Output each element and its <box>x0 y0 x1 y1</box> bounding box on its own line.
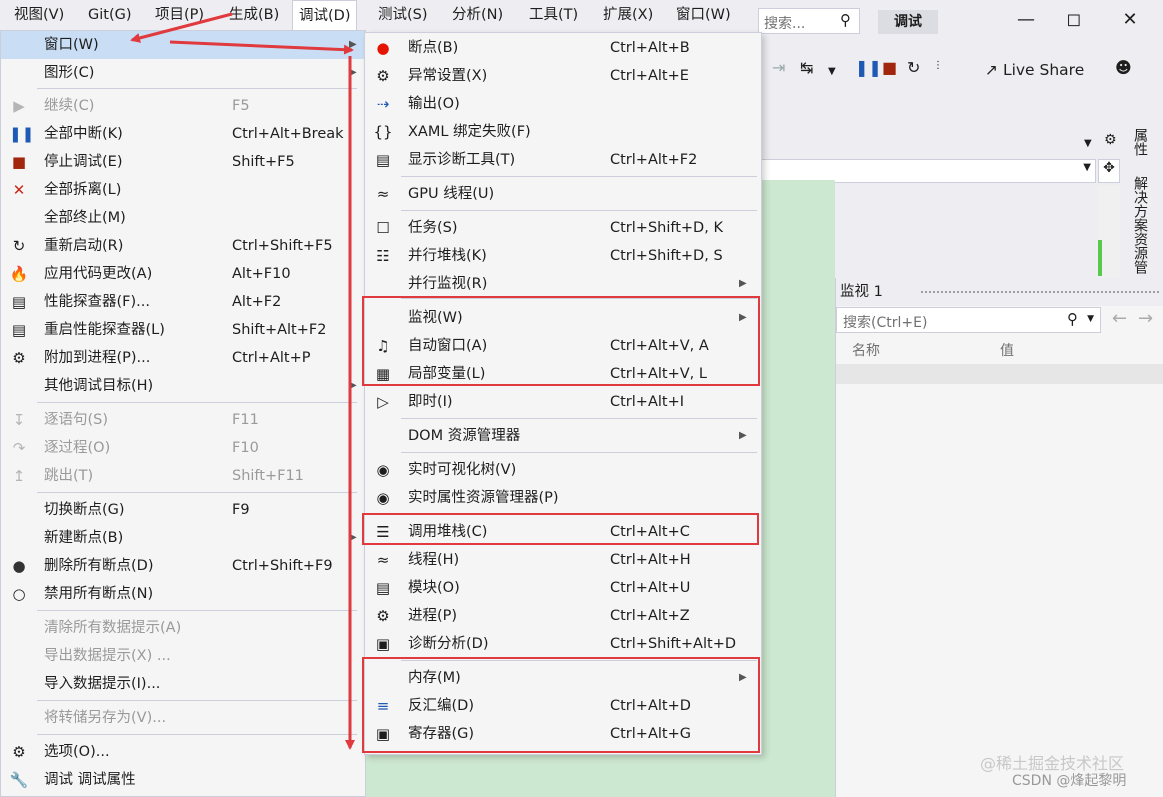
arrow-to-window-item <box>130 12 233 43</box>
watermark-csdn: CSDN @烽起黎明 <box>1012 773 1127 789</box>
annotation-arrows <box>130 12 355 750</box>
arrow-to-submenu <box>169 40 354 55</box>
